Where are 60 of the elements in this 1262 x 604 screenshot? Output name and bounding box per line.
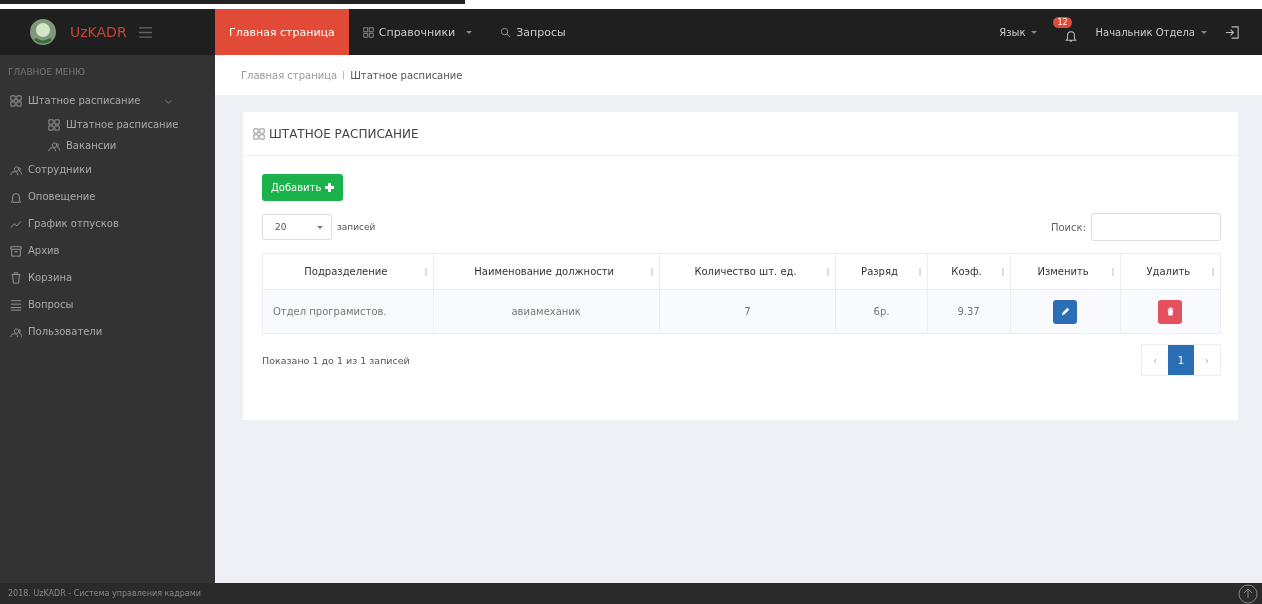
page-size-label: записей — [337, 222, 376, 232]
pencil-icon — [1059, 306, 1071, 317]
sidebar-item[interactable]: Пользователи — [0, 318, 215, 345]
column-header[interactable]: Изменить — [1010, 253, 1121, 290]
brand-title[interactable]: UzKADR — [70, 24, 127, 40]
column-header[interactable]: Коэф. — [927, 253, 1010, 290]
page-button[interactable]: 1 — [1168, 345, 1194, 375]
bell-icon[interactable] — [1065, 29, 1078, 43]
menu-icon[interactable] — [138, 26, 152, 38]
column-header[interactable]: Наименование должности — [433, 253, 660, 290]
page-size-select[interactable]: 20 — [262, 214, 332, 240]
sidebar-item[interactable]: Оповещение — [0, 183, 215, 210]
sidebar-item[interactable]: Сотрудники — [0, 156, 215, 183]
breadcrumb-link[interactable]: Главная страница — [241, 69, 338, 81]
people-icon — [10, 163, 22, 176]
people-icon — [10, 325, 22, 338]
archive-icon — [10, 244, 22, 257]
nav-tab[interactable]: Главная страница — [215, 9, 349, 55]
table-cell: Отдел програмистов. — [262, 289, 434, 334]
emblem-icon — [28, 17, 58, 47]
table-cell: 6р. — [835, 289, 928, 334]
logout-icon[interactable] — [1225, 24, 1240, 40]
column-header[interactable]: Разряд — [835, 253, 928, 290]
grid-icon — [362, 26, 374, 38]
delete-button[interactable] — [1158, 299, 1183, 324]
bell-icon — [10, 190, 22, 203]
sidebar-item[interactable]: Вопросы — [0, 291, 215, 318]
column-header[interactable]: Количество шт. ед. — [659, 253, 836, 290]
sidebar-item[interactable]: Штатное расписание — [0, 87, 215, 114]
sidebar-item[interactable]: Архив — [0, 237, 215, 264]
card-title: ШТАТНОЕ РАСПИСАНИЕ — [269, 126, 419, 141]
sidebar-item[interactable]: Корзина — [0, 264, 215, 291]
table-cell: авиамеханик — [433, 289, 660, 334]
sidebar-heading: ГЛАВНОЕ МЕНЮ — [7, 66, 86, 79]
sidebar-item[interactable]: График отпусков — [0, 210, 215, 237]
search-field[interactable] — [1091, 213, 1221, 241]
people-icon — [48, 139, 60, 152]
language-dropdown[interactable]: Язык — [999, 26, 1038, 38]
user-dropdown[interactable]: Начальник Отдела — [1095, 26, 1207, 38]
trash-icon — [10, 271, 22, 284]
grid-icon — [48, 118, 60, 131]
table-info: Показано 1 до 1 из 1 записей — [262, 354, 410, 366]
search-icon — [500, 26, 512, 38]
nav-tab[interactable]: Запросы — [486, 9, 580, 55]
edit-button[interactable] — [1053, 299, 1078, 324]
scroll-up-icon[interactable] — [1238, 583, 1258, 604]
table-cell: 9.37 — [927, 289, 1010, 334]
grid-icon — [10, 94, 22, 107]
list-icon — [10, 298, 22, 311]
column-header[interactable]: Подразделение — [262, 253, 434, 290]
column-header[interactable]: Удалить — [1120, 253, 1221, 290]
nav-tab[interactable]: Справочники — [348, 9, 487, 55]
grid-icon — [253, 127, 265, 140]
sidebar-subitem[interactable]: Вакансии — [0, 135, 215, 156]
search-label: Поиск: — [1050, 221, 1086, 233]
breadcrumb-link[interactable]: Штатное расписание — [350, 69, 463, 81]
sidebar-subitem[interactable]: Штатное расписание — [0, 114, 215, 135]
notification-badge: 12 — [1053, 17, 1072, 28]
table-cell: 7 — [659, 289, 836, 334]
footer-text: 2018. UzKADR - Система управления кадрами — [8, 589, 201, 598]
